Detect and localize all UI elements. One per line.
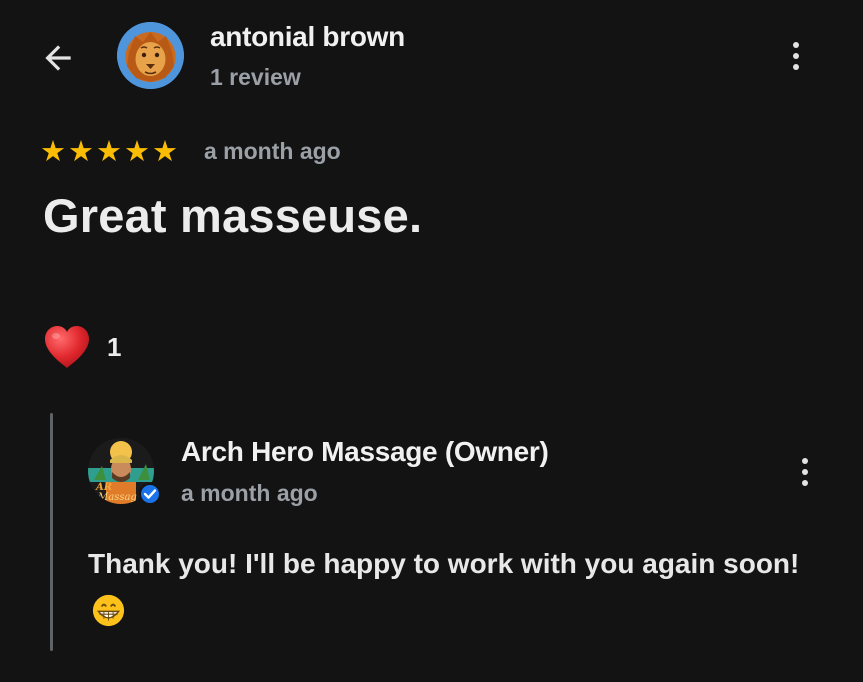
grinning-face-emoji-icon — [92, 594, 125, 627]
owner-avatar[interactable]: AR Massag — [88, 438, 161, 505]
star-icon: ★ — [124, 136, 150, 168]
arch-hero-massage-logo-icon: AR Massag — [88, 438, 161, 505]
more-vert-icon — [802, 458, 808, 464]
more-vert-icon — [793, 42, 799, 48]
like-count: 1 — [107, 332, 122, 362]
star-icon: ★ — [96, 136, 122, 168]
svg-text:Massag: Massag — [97, 492, 137, 503]
reviewer-name[interactable]: antonial brown — [210, 21, 405, 53]
star-rating: ★ ★ ★ ★ ★ — [40, 138, 178, 167]
lion-avatar-icon — [117, 22, 184, 89]
star-icon: ★ — [68, 136, 94, 168]
like-button[interactable] — [42, 324, 92, 370]
reply-more-options-button[interactable] — [790, 450, 820, 494]
reply-text: Thank you! I'll be happy to work with yo… — [88, 540, 808, 636]
reviewer-review-count: 1 review — [210, 64, 301, 90]
reply-date: a month ago — [181, 480, 318, 506]
reply-thread-line — [50, 413, 53, 651]
star-icon: ★ — [40, 136, 66, 168]
owner-name: Arch Hero Massage (Owner) — [181, 436, 549, 467]
heart-icon — [45, 326, 89, 368]
reply-text-body: Thank you! I'll be happy to work with yo… — [88, 548, 800, 579]
review-more-options-button[interactable] — [781, 34, 811, 78]
star-icon: ★ — [152, 136, 178, 168]
back-arrow-icon — [45, 45, 71, 71]
review-text: Great masseuse. — [43, 189, 423, 242]
reviewer-avatar[interactable] — [117, 22, 184, 89]
review-date: a month ago — [204, 138, 341, 164]
back-button[interactable] — [36, 36, 80, 80]
